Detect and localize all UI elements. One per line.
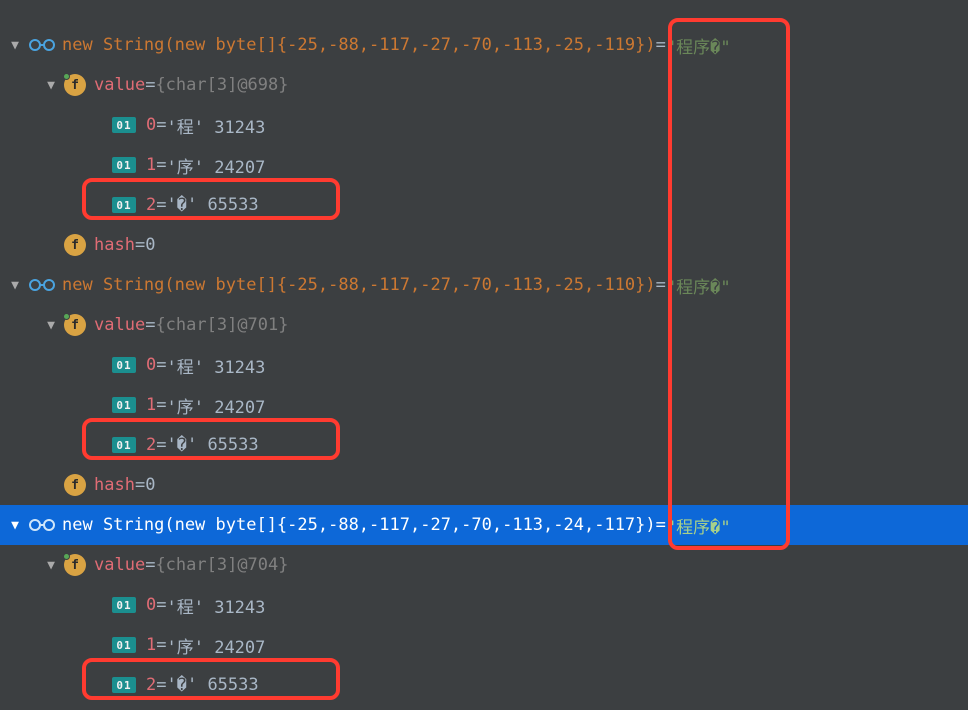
array-index: 1 (146, 395, 156, 415)
array-element-row[interactable]: 01 1 = '序' 24207 (0, 385, 968, 425)
watch-glasses-icon (28, 517, 56, 533)
array-index: 2 (146, 435, 156, 455)
array-index: 0 (146, 595, 156, 615)
array-value: '�' 65533 (167, 195, 259, 215)
array-value: '序' 24207 (167, 393, 266, 418)
array-badge-icon: 01 (112, 197, 136, 213)
field-value-row[interactable]: ▼ f value = {char[3]@698} (0, 65, 968, 105)
array-badge-icon: 01 (112, 597, 136, 613)
watch-expression: new String(new byte[]{-25,-88,-117,-27,-… (62, 35, 656, 55)
array-badge-icon: 01 (112, 637, 136, 653)
watch-result: "程序�" (666, 33, 731, 58)
array-value: '程' 31243 (167, 353, 266, 378)
field-icon: f (64, 474, 86, 496)
chevron-down-icon[interactable]: ▼ (6, 518, 24, 533)
watch-row[interactable]: ▼ new String(new byte[]{-25,-88,-117,-27… (0, 265, 968, 305)
array-element-row[interactable]: 01 2 = '�' 65533 (0, 425, 968, 465)
array-value: '序' 24207 (167, 633, 266, 658)
array-badge-icon: 01 (112, 357, 136, 373)
watch-row-selected[interactable]: ▼ new String(new byte[]{-25,-88,-117,-27… (0, 505, 968, 545)
field-type: {char[3]@704} (155, 555, 288, 575)
field-value: 0 (145, 475, 155, 495)
array-badge-icon: 01 (112, 157, 136, 173)
array-element-row[interactable]: 01 0 = '程' 31243 (0, 105, 968, 145)
array-element-row[interactable]: 01 0 = '程' 31243 (0, 345, 968, 385)
array-index: 2 (146, 675, 156, 695)
watch-row[interactable]: ▼ new String(new byte[]{-25,-88,-117,-27… (0, 25, 968, 65)
variables-tree: ▼ new String(new byte[]{-25,-88,-117,-27… (0, 25, 968, 705)
array-value: '程' 31243 (167, 113, 266, 138)
field-value-row[interactable]: ▼ f value = {char[3]@704} (0, 545, 968, 585)
field-name: value (94, 75, 145, 95)
chevron-down-icon[interactable]: ▼ (42, 318, 60, 333)
field-hash-row[interactable]: f hash = 0 (0, 465, 968, 505)
field-icon: f (64, 234, 86, 256)
field-name: value (94, 315, 145, 335)
chevron-down-icon[interactable]: ▼ (6, 278, 24, 293)
array-index: 2 (146, 195, 156, 215)
watch-glasses-icon (28, 277, 56, 293)
field-icon: f (64, 74, 86, 96)
array-element-row[interactable]: 01 1 = '序' 24207 (0, 145, 968, 185)
field-value: 0 (145, 235, 155, 255)
chevron-down-icon[interactable]: ▼ (42, 78, 60, 93)
field-icon: f (64, 554, 86, 576)
field-type: {char[3]@698} (155, 75, 288, 95)
watch-expression: new String(new byte[]{-25,-88,-117,-27,-… (62, 275, 656, 295)
array-value: '程' 31243 (167, 593, 266, 618)
field-type: {char[3]@701} (155, 315, 288, 335)
field-icon: f (64, 314, 86, 336)
array-element-row[interactable]: 01 2 = '�' 65533 (0, 185, 968, 225)
equals-sign: = (656, 35, 666, 55)
watch-result: "程序�" (666, 513, 731, 538)
field-value-row[interactable]: ▼ f value = {char[3]@701} (0, 305, 968, 345)
array-index: 0 (146, 355, 156, 375)
array-value: '�' 65533 (167, 675, 259, 695)
chevron-down-icon[interactable]: ▼ (6, 38, 24, 53)
array-badge-icon: 01 (112, 677, 136, 693)
array-badge-icon: 01 (112, 397, 136, 413)
array-badge-icon: 01 (112, 117, 136, 133)
array-value: '序' 24207 (167, 153, 266, 178)
array-value: '�' 65533 (167, 435, 259, 455)
field-hash-row[interactable]: f hash = 0 (0, 225, 968, 265)
watch-glasses-icon (28, 37, 56, 53)
array-badge-icon: 01 (112, 437, 136, 453)
array-element-row[interactable]: 01 1 = '序' 24207 (0, 625, 968, 665)
array-element-row[interactable]: 01 2 = '�' 65533 (0, 665, 968, 705)
watch-expression: new String(new byte[]{-25,-88,-117,-27,-… (62, 515, 656, 535)
field-name: value (94, 555, 145, 575)
array-index: 0 (146, 115, 156, 135)
array-index: 1 (146, 155, 156, 175)
array-index: 1 (146, 635, 156, 655)
field-name: hash (94, 235, 135, 255)
chevron-down-icon[interactable]: ▼ (42, 558, 60, 573)
watch-result: "程序�" (666, 273, 731, 298)
array-element-row[interactable]: 01 0 = '程' 31243 (0, 585, 968, 625)
field-name: hash (94, 475, 135, 495)
